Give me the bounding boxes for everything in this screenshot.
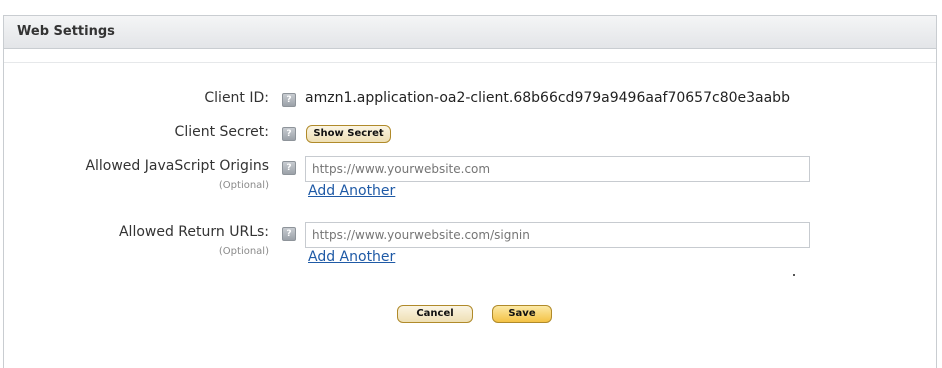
web-settings-panel: Web Settings Client ID: ? amzn1.applicat…	[3, 15, 937, 368]
client-id-label: Client ID:	[204, 90, 269, 106]
panel-title: Web Settings	[17, 24, 115, 39]
save-button[interactable]: Save	[492, 305, 552, 323]
show-secret-button[interactable]: Show Secret	[306, 125, 391, 143]
help-icon[interactable]: ?	[282, 161, 296, 175]
speck	[793, 274, 795, 276]
js-origins-optional-note: (Optional)	[218, 180, 269, 191]
js-origins-input[interactable]	[305, 156, 810, 182]
client-id-value: amzn1.application-oa2-client.68b66cd979a…	[305, 90, 790, 106]
panel-body: Client ID: ? amzn1.application-oa2-clien…	[4, 50, 936, 368]
help-icon[interactable]: ?	[282, 127, 296, 141]
return-urls-optional-note: (Optional)	[218, 246, 269, 257]
divider	[4, 62, 936, 63]
top-caption	[0, 0, 942, 9]
js-origins-add-another-link[interactable]: Add Another	[308, 183, 395, 199]
help-icon[interactable]: ?	[282, 227, 296, 241]
return-urls-add-another-link[interactable]: Add Another	[308, 249, 395, 265]
return-urls-label: Allowed Return URLs:	[118, 224, 269, 240]
return-urls-input[interactable]	[305, 222, 810, 248]
js-origins-label: Allowed JavaScript Origins	[85, 158, 269, 174]
panel-header: Web Settings	[4, 16, 936, 49]
client-secret-label: Client Secret:	[174, 124, 269, 140]
cancel-button[interactable]: Cancel	[397, 305, 473, 323]
help-icon[interactable]: ?	[282, 93, 296, 107]
